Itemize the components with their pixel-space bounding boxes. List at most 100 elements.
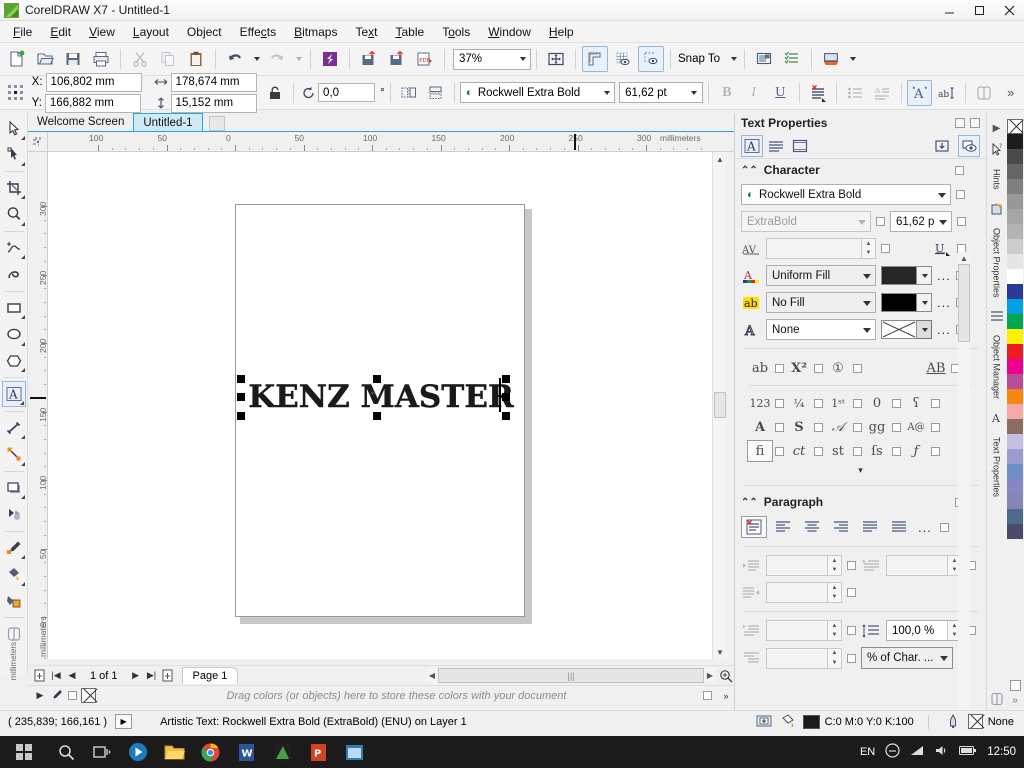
bullets-icon[interactable] [843,80,868,106]
character-section-header[interactable]: ⌃⌃ Character [735,159,986,181]
docker-preview-button[interactable] [958,135,980,157]
standard-ligatures-checkbox[interactable] [775,447,784,456]
docker-font-name-dropdown-icon[interactable] [938,193,946,198]
parallel-dimension-tool[interactable] [2,415,26,441]
palette-swatch-11[interactable] [1007,284,1023,299]
font-size-dropdown-icon[interactable] [685,83,702,102]
save-document-icon[interactable] [60,46,86,72]
fill-type-dropdown-icon[interactable] [863,274,871,279]
horizontal-ruler[interactable]: 10050050100150200250300millimeters [48,132,734,152]
taskbar-coreldraw-icon[interactable] [264,736,300,768]
artistic-media-tool[interactable] [2,261,26,287]
fractions-glyph-icon[interactable]: ¼ [786,392,812,414]
canvas-horizontal-scrollbar[interactable]: ◀ ||| ▶ [426,668,716,683]
polygon-tool[interactable] [2,348,26,374]
taskbar-powerpoint-icon[interactable]: P [300,736,336,768]
selection-handle-ml[interactable] [237,393,245,401]
palette-swatch-27[interactable] [1007,524,1023,539]
menu-window[interactable]: Window [479,23,540,41]
stylistic-alternates-glyph-icon[interactable]: S [786,416,812,438]
connector-tool-flyout-icon[interactable] [21,462,25,466]
palette-none-swatch[interactable] [81,688,96,703]
fullscreen-preview-icon[interactable] [543,46,569,72]
tab-untitled-1[interactable]: Untitled-1 [133,113,202,131]
crop-tool-flyout-icon[interactable] [21,195,25,199]
print-icon[interactable] [88,46,114,72]
next-page-button[interactable]: ▶ [128,668,144,684]
palette-scroll-icon[interactable]: ▶ [32,688,48,704]
contextual-alternates-checkbox[interactable] [892,423,901,432]
docker-scroll-thumb[interactable] [958,264,970,342]
transparency-tool[interactable] [2,501,26,527]
selection-handle-tr[interactable] [502,375,510,383]
copy-icon[interactable] [155,46,181,72]
selection-handle-bl[interactable] [237,412,245,420]
palette-options-button[interactable] [1010,680,1021,691]
new-tab-button[interactable] [209,116,225,131]
ordinals-glyph-icon[interactable]: 1ˢᵗ [825,392,851,414]
palette-swatch-24[interactable] [1007,479,1023,494]
wrap-paragraph-text-icon[interactable] [972,80,997,106]
background-color-dropdown-icon[interactable] [917,293,932,312]
interactive-fill-tool[interactable] [2,561,26,587]
fill-more-options-button[interactable]: ... [937,268,951,283]
rotation-input[interactable]: 0,0 [318,83,375,102]
application-launcher-icon[interactable] [818,46,844,72]
object-properties-icon[interactable] [779,46,805,72]
add-page-after-button[interactable] [160,668,176,684]
italic-form-checkbox[interactable] [931,447,940,456]
palette-eyedropper-icon[interactable] [48,688,64,704]
underline-dropdown-icon[interactable]: U [932,240,952,258]
pick-tool[interactable] [2,115,26,141]
palette-swatch-25[interactable] [1007,494,1023,509]
object-origin-icon[interactable] [4,80,29,106]
import-icon[interactable] [356,46,382,72]
palette-swatch-7[interactable] [1007,224,1023,239]
italic-button[interactable]: I [741,80,766,106]
new-document-icon[interactable] [4,46,30,72]
before-paragraph-checkbox[interactable] [847,626,856,635]
snap-to-dropdown-icon[interactable] [729,57,737,61]
outline-type-combo[interactable]: None [766,319,876,340]
docker-font-name-combo[interactable]: ◐ Rockwell Extra Bold [741,184,951,205]
contextual-ligatures-checkbox[interactable] [892,447,901,456]
font-size-combo[interactable]: 61,62 pt [619,82,703,103]
fill-color-picker[interactable] [881,266,932,285]
outline-color-dropdown-icon[interactable] [917,320,932,339]
standard-ligatures-glyph-icon[interactable]: fi [747,440,773,462]
menu-effects[interactable]: Effects [231,23,285,41]
eyedropper-tool-flyout-icon[interactable] [21,555,25,559]
fill-color-swatch-status[interactable] [803,715,820,729]
language-indicator[interactable]: EN [860,746,875,758]
character-expand-icon[interactable]: ▾ [858,465,863,475]
swash-checkbox[interactable] [853,423,862,432]
straight-line-connector-tool[interactable] [2,441,26,467]
lock-ratio-icon[interactable] [263,80,288,106]
selection-handle-bc[interactable] [373,412,381,420]
bold-button[interactable]: B [715,80,740,106]
character-collapse-icon[interactable]: ⌃⌃ [741,165,758,176]
docker-import-button[interactable] [931,135,953,157]
palette-swatch-18[interactable] [1007,389,1023,404]
fill-color-swatch[interactable] [881,266,917,285]
shape-tool[interactable] [2,142,26,168]
palette-swatch-15[interactable] [1007,344,1023,359]
align-right-button[interactable] [828,516,854,538]
alternate-annotation-glyph-icon[interactable]: A@ [903,416,929,438]
artistic-text-object[interactable]: KENZ MASTER [242,377,520,417]
palette-swatch-3[interactable] [1007,164,1023,179]
tray-network-icon[interactable] [910,744,925,760]
right-indent-spinner[interactable]: ▲▼ [827,583,841,602]
menu-help[interactable]: Help [540,23,583,41]
selection-handle-mr[interactable] [502,393,510,401]
align-full-justify-button[interactable] [857,516,883,538]
tray-battery-icon[interactable] [959,745,977,759]
outline-color-picker[interactable] [881,320,932,339]
publish-pdf-icon[interactable]: PDF [412,46,438,72]
docker-scrollbar[interactable]: ▲ ▼ [958,252,970,768]
position-checkbox[interactable] [775,364,784,373]
export-icon[interactable] [384,46,410,72]
scroll-up-button[interactable]: ▲ [713,152,727,166]
menu-edit[interactable]: Edit [41,23,80,41]
taskbar-search-icon[interactable] [48,736,84,768]
